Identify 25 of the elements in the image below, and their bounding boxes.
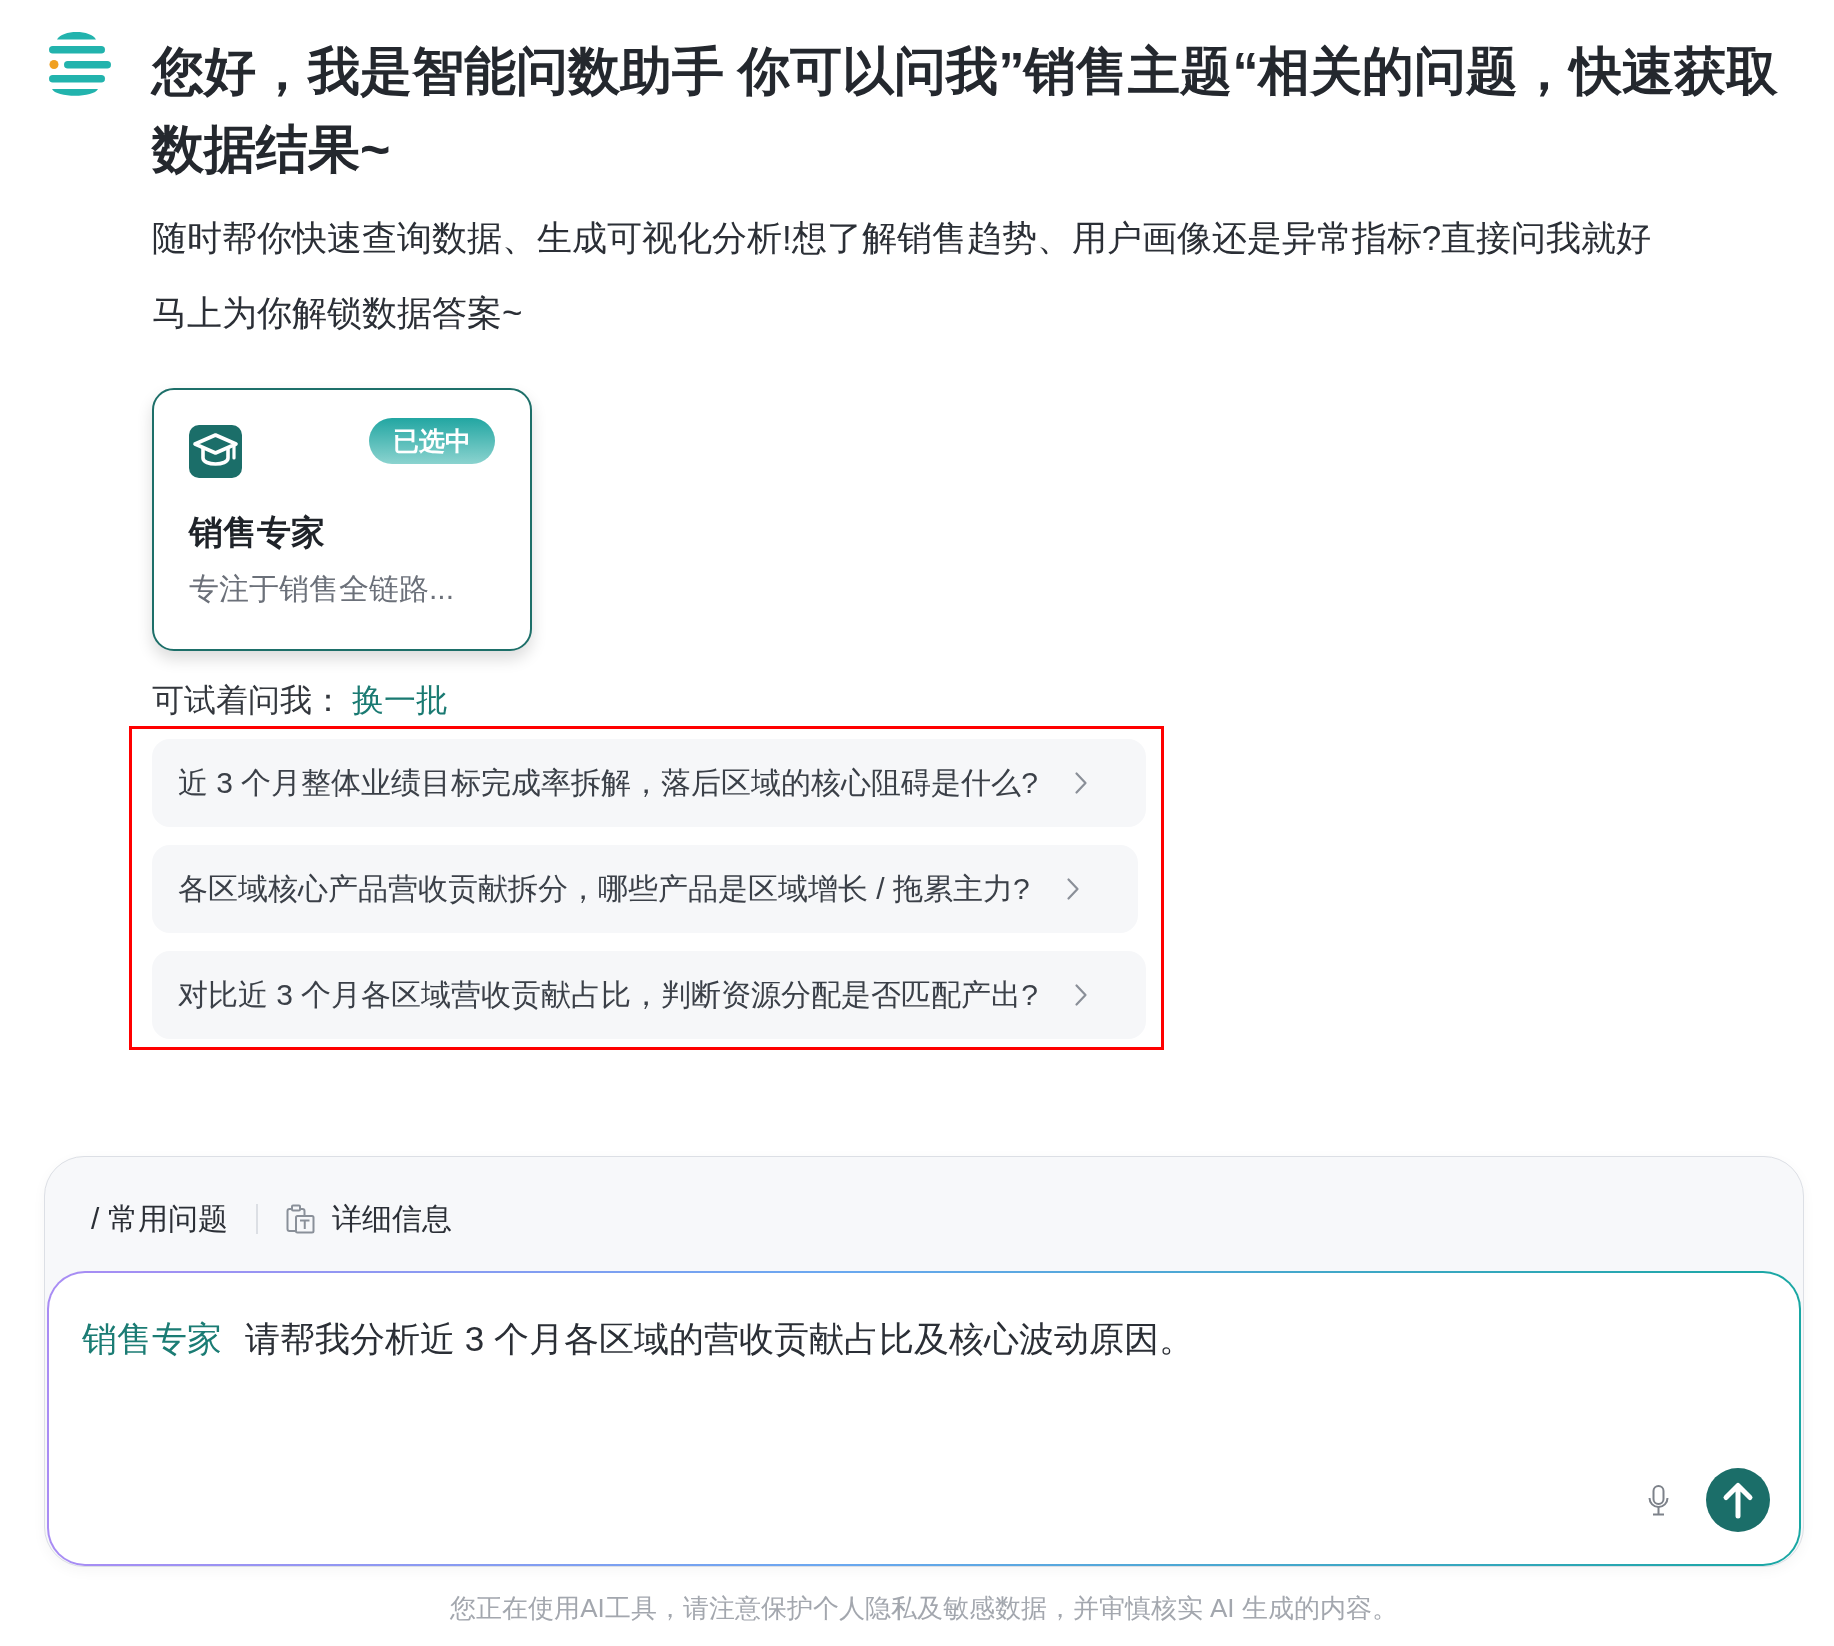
expert-name: 销售专家 [189,512,326,553]
arrow-up-icon [1721,1481,1755,1519]
suggestion-item[interactable]: 对比近 3 个月各区域营收贡献占比，判断资源分配是否匹配产出? [152,951,1147,1039]
message-input[interactable]: 销售专家 请帮我分析近 3 个月各区域的营收贡献占比及核心波动原因。 [47,1271,1801,1566]
try-asking-label: 可试着问我： [152,681,344,720]
expert-tag: 销售专家 [82,1315,222,1363]
greeting-title: 您好，我是智能问数助手 你可以问我”销售主题“相关的问题，快速获取数据结果~ [152,41,1780,180]
chevron-right-icon [1074,771,1089,795]
chevron-right-icon [1065,877,1080,901]
microphone-icon[interactable] [1648,1484,1669,1516]
expert-card[interactable]: 已选中 销售专家 专注于销售全链路... [152,388,532,651]
logo-icon [49,31,111,97]
suggestion-item[interactable]: 近 3 个月整体业绩目标完成率拆解，落后区域的核心阻碍是什么? [152,739,1147,827]
clipboard-icon [285,1204,315,1234]
input-text: 请帮我分析近 3 个月各区域的营收贡献占比及核心波动原因。 [245,1318,1194,1360]
selected-badge: 已选中 [369,418,495,464]
suggestion-item[interactable]: 各区域核心产品营收贡献拆分，哪些产品是区域增长 / 拖累主力? [152,845,1138,933]
intro-text: 随时帮你快速查询数据、生成可视化分析!想了解销售趋势、用户画像还是异常指标?直接问我就好 马上为你解锁数据答案~ [152,217,1653,334]
toolbar-button[interactable]: / 常用问题 [91,1199,228,1239]
disclaimer-text: 您正在使用AI工具，请注意保护个人隐私及敏感数据，并审慎核实 AI 生成的内容。 [449,1592,1399,1625]
graduation-cap-icon [189,425,242,478]
refresh-link[interactable]: 换一批 [352,680,448,720]
expert-description: 专注于销售全链路... [189,571,455,607]
toolbar-button[interactable]: 详细信息 [285,1199,452,1239]
chevron-right-icon [1074,983,1089,1007]
